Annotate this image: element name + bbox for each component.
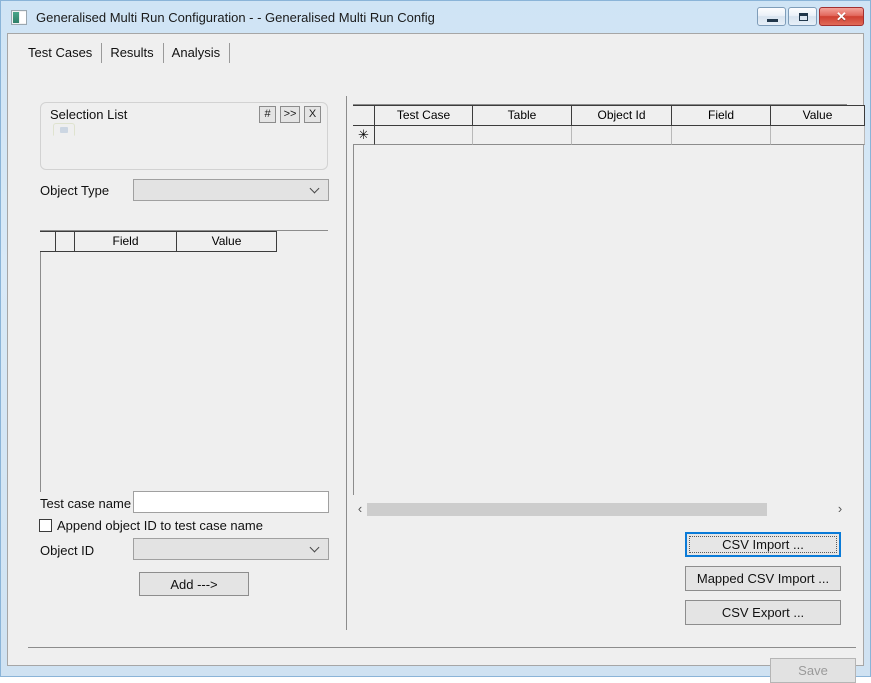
- new-row-cell-table[interactable]: [473, 126, 572, 145]
- field-grid-body[interactable]: [40, 252, 41, 492]
- new-row-cell-field[interactable]: [672, 126, 771, 145]
- close-button[interactable]: ✕: [819, 7, 864, 26]
- add-button[interactable]: Add --->: [139, 572, 249, 596]
- field-grid-col-value: Value: [177, 231, 277, 252]
- save-button-label: Save: [798, 663, 828, 678]
- scrollbar-thumb[interactable]: [367, 502, 767, 516]
- title-bar: Generalised Multi Run Configuration - - …: [1, 1, 870, 33]
- footer-divider: [28, 647, 856, 648]
- new-row-cell-object-id[interactable]: [572, 126, 672, 145]
- main-grid-new-row[interactable]: ✳: [353, 126, 865, 145]
- selection-list-buttons: # >> X: [259, 106, 321, 123]
- new-row-cell-test-case[interactable]: [375, 126, 473, 145]
- object-id-combo[interactable]: [133, 538, 329, 560]
- minimize-icon: [767, 19, 778, 22]
- test-case-name-label: Test case name: [40, 496, 132, 511]
- field-grid-header: Field Value: [40, 231, 277, 252]
- tab-results[interactable]: Results: [102, 43, 164, 63]
- new-row-cell-value[interactable]: [771, 126, 865, 145]
- client-area: Test Cases Results Analysis Selection Li…: [7, 33, 865, 683]
- panel-divider: [346, 96, 347, 630]
- scroll-right-arrow-icon[interactable]: ›: [833, 500, 847, 518]
- main-grid-header: Test Case Table Object Id Field Value: [353, 105, 865, 126]
- chevron-down-icon: [311, 184, 320, 193]
- main-grid-col-table: Table: [473, 105, 572, 126]
- object-type-label: Object Type: [40, 183, 110, 198]
- mapped-csv-import-button[interactable]: Mapped CSV Import ...: [685, 566, 841, 591]
- new-row-marker: ✳: [353, 126, 375, 145]
- advance-button[interactable]: >>: [280, 106, 300, 123]
- csv-import-button-label: CSV Import ...: [689, 536, 837, 553]
- main-grid-col-value: Value: [771, 105, 865, 126]
- field-grid-col-field: Field: [75, 231, 177, 252]
- minimize-button[interactable]: [757, 7, 786, 26]
- selection-list-title: Selection List: [50, 107, 128, 122]
- clear-button[interactable]: X: [304, 106, 321, 123]
- append-object-id-checkbox[interactable]: [39, 519, 52, 532]
- add-button-label: Add --->: [170, 576, 218, 592]
- field-grid-col-1: [56, 231, 75, 252]
- application-window: Generalised Multi Run Configuration - - …: [0, 0, 871, 683]
- tab-test-cases[interactable]: Test Cases: [20, 43, 103, 63]
- maximize-button[interactable]: [788, 7, 817, 26]
- window-title: Generalised Multi Run Configuration - - …: [36, 9, 435, 25]
- mapped-csv-import-button-label: Mapped CSV Import ...: [696, 571, 830, 586]
- app-icon: [11, 9, 27, 25]
- main-grid-hscrollbar[interactable]: ‹ ›: [353, 500, 847, 518]
- test-case-name-input[interactable]: [133, 491, 329, 513]
- field-grid-col-0: [40, 231, 56, 252]
- close-icon: ✕: [836, 9, 847, 24]
- main-grid-col-test-case: Test Case: [375, 105, 473, 126]
- scroll-left-arrow-icon[interactable]: ‹: [353, 500, 367, 518]
- hash-button[interactable]: #: [259, 106, 276, 123]
- append-object-id-label: Append object ID to test case name: [57, 518, 263, 533]
- chevron-down-icon: [311, 543, 320, 552]
- main-grid-col-0: [353, 105, 375, 126]
- scrollbar-track[interactable]: [367, 502, 833, 516]
- maximize-icon: [799, 13, 808, 21]
- tab-analysis[interactable]: Analysis: [164, 43, 231, 63]
- append-object-id-checkbox-row[interactable]: Append object ID to test case name: [39, 518, 263, 533]
- csv-import-button[interactable]: CSV Import ...: [685, 532, 841, 557]
- main-grid-body[interactable]: [353, 145, 354, 495]
- object-id-label: Object ID: [40, 543, 95, 558]
- tab-strip: Test Cases Results Analysis: [20, 42, 231, 64]
- selection-list-groupbox: Selection List # >> X: [40, 102, 328, 170]
- save-button[interactable]: Save: [770, 658, 856, 683]
- window-controls: ✕: [757, 7, 864, 26]
- main-grid-col-field: Field: [672, 105, 771, 126]
- csv-export-button[interactable]: CSV Export ...: [685, 600, 841, 625]
- main-grid-col-object-id: Object Id: [572, 105, 672, 126]
- csv-export-button-label: CSV Export ...: [721, 605, 805, 620]
- selection-placeholder-icon: [53, 123, 75, 136]
- object-type-combo[interactable]: [133, 179, 329, 201]
